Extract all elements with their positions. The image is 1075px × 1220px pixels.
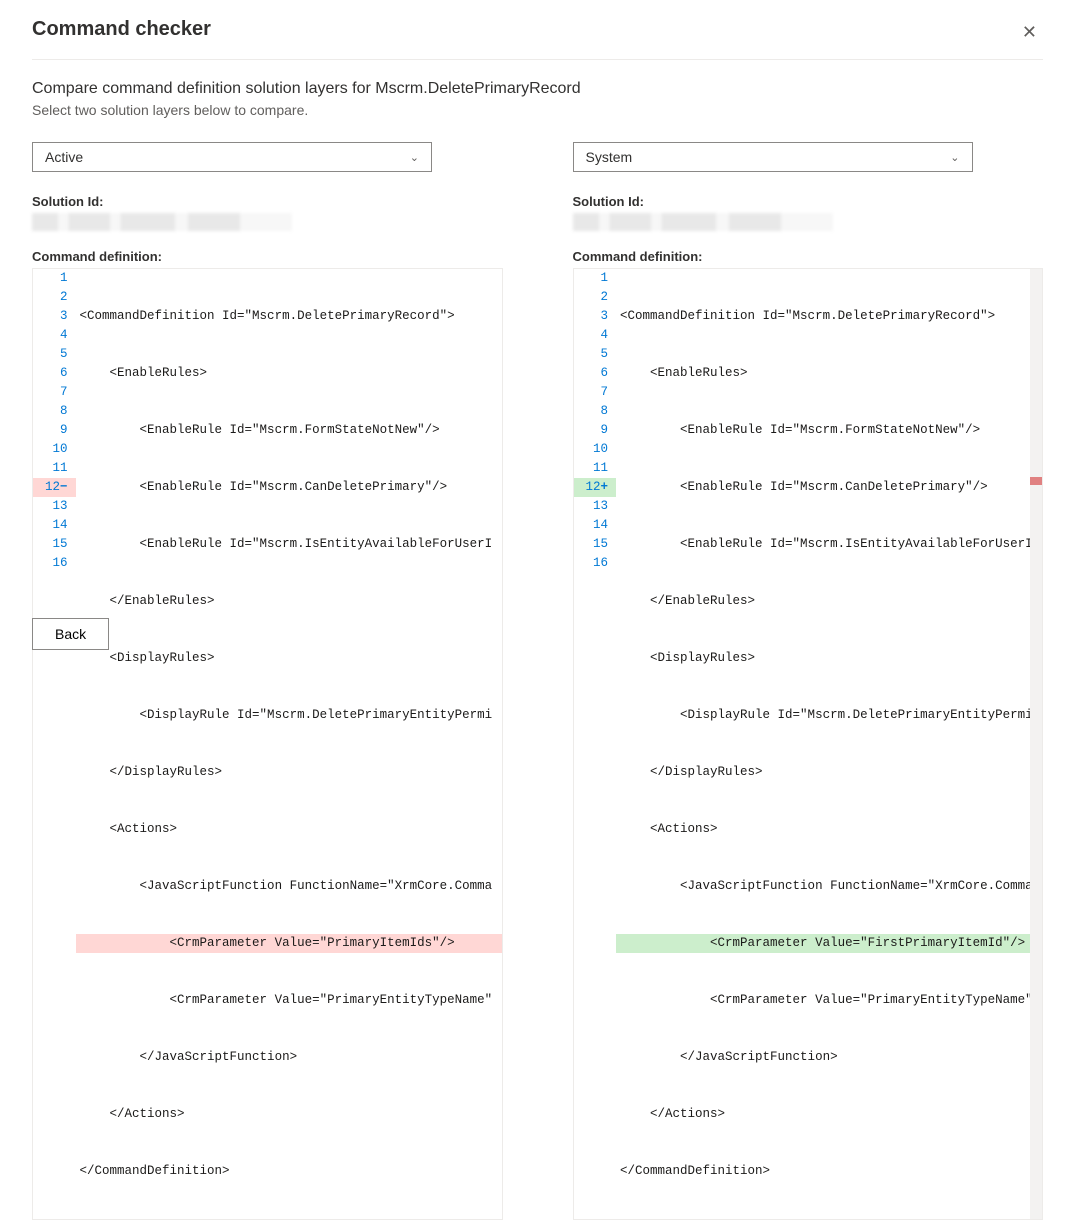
code-line: <JavaScriptFunction FunctionName="XrmCor… (616, 877, 1042, 896)
code-line: <CommandDefinition Id="Mscrm.DeletePrima… (76, 307, 502, 326)
code-line: </Actions> (616, 1105, 1042, 1124)
code-line-added: <CrmParameter Value="FirstPrimaryItemId"… (616, 934, 1042, 953)
code-line: </JavaScriptFunction> (76, 1048, 502, 1067)
code-line: <DisplayRule Id="Mscrm.DeletePrimaryEnti… (616, 706, 1042, 725)
code-line: </CommandDefinition> (616, 1162, 1042, 1181)
code-line: <EnableRules> (616, 364, 1042, 383)
code-line: <CrmParameter Value="PrimaryEntityTypeNa… (616, 991, 1042, 1010)
right-solution-id-label: Solution Id: (573, 194, 1044, 209)
code-line: <Actions> (616, 820, 1042, 839)
code-line: <Actions> (76, 820, 502, 839)
code-line: <EnableRules> (76, 364, 502, 383)
code-line: <EnableRule Id="Mscrm.FormStateNotNew"/> (76, 421, 502, 440)
code-line: <EnableRule Id="Mscrm.CanDeletePrimary"/… (76, 478, 502, 497)
compare-heading: Compare command definition solution laye… (32, 80, 1043, 98)
left-solution-id-label: Solution Id: (32, 194, 503, 209)
right-code-body: <CommandDefinition Id="Mscrm.DeletePrima… (616, 269, 1042, 1219)
chevron-down-icon: ⌄ (410, 151, 419, 164)
right-code-editor[interactable]: 1 2 3 4 5 6 7 8 9 10 11 12+ 13 14 15 16 (573, 268, 1044, 1220)
diff-plus-icon: + (601, 480, 609, 494)
code-line: <EnableRule Id="Mscrm.IsEntityAvailableF… (76, 535, 502, 554)
left-definition-label: Command definition: (32, 249, 503, 264)
right-solution-id-value (573, 213, 833, 231)
code-line: </Actions> (76, 1105, 502, 1124)
minimap-marker-removed (1030, 477, 1042, 485)
chevron-down-icon: ⌄ (950, 151, 959, 164)
back-button[interactable]: Back (32, 618, 109, 650)
right-panel: System ⌄ Solution Id: Command definition… (573, 142, 1044, 1220)
close-icon[interactable]: ✕ (1016, 18, 1043, 47)
code-line: </JavaScriptFunction> (616, 1048, 1042, 1067)
code-line: </CommandDefinition> (76, 1162, 502, 1181)
left-layer-select[interactable]: Active ⌄ (32, 142, 432, 172)
code-line: </DisplayRules> (76, 763, 502, 782)
code-line: <DisplayRules> (616, 649, 1042, 668)
code-line: <JavaScriptFunction FunctionName="XrmCor… (76, 877, 502, 896)
code-line: <CrmParameter Value="PrimaryEntityTypeNa… (76, 991, 502, 1010)
right-layer-select[interactable]: System ⌄ (573, 142, 973, 172)
code-line: </EnableRules> (616, 592, 1042, 611)
left-solution-id-value (32, 213, 292, 231)
right-definition-label: Command definition: (573, 249, 1044, 264)
code-line: <EnableRule Id="Mscrm.IsEntityAvailableF… (616, 535, 1042, 554)
minimap-gutter[interactable] (1030, 269, 1042, 1219)
code-line: </EnableRules> (76, 592, 502, 611)
left-panel: Active ⌄ Solution Id: Command definition… (32, 142, 503, 1220)
code-line-removed: <CrmParameter Value="PrimaryItemIds"/> (76, 934, 502, 953)
page-title: Command checker (32, 18, 211, 41)
code-line: <EnableRule Id="Mscrm.CanDeletePrimary"/… (616, 478, 1042, 497)
right-gutter: 1 2 3 4 5 6 7 8 9 10 11 12+ 13 14 15 16 (574, 269, 617, 1219)
left-code-editor[interactable]: 1 2 3 4 5 6 7 8 9 10 11 12− 13 14 15 16 (32, 268, 503, 1220)
code-line: </DisplayRules> (616, 763, 1042, 782)
code-line: <EnableRule Id="Mscrm.FormStateNotNew"/> (616, 421, 1042, 440)
left-code-body: <CommandDefinition Id="Mscrm.DeletePrima… (76, 269, 502, 1219)
compare-subtext: Select two solution layers below to comp… (32, 102, 1043, 118)
left-gutter: 1 2 3 4 5 6 7 8 9 10 11 12− 13 14 15 16 (33, 269, 76, 1219)
code-line: <DisplayRule Id="Mscrm.DeletePrimaryEnti… (76, 706, 502, 725)
code-line: <DisplayRules> (76, 649, 502, 668)
diff-minus-icon: − (60, 480, 68, 494)
left-layer-value: Active (45, 149, 83, 165)
right-layer-value: System (586, 149, 633, 165)
code-line: <CommandDefinition Id="Mscrm.DeletePrima… (616, 307, 1042, 326)
